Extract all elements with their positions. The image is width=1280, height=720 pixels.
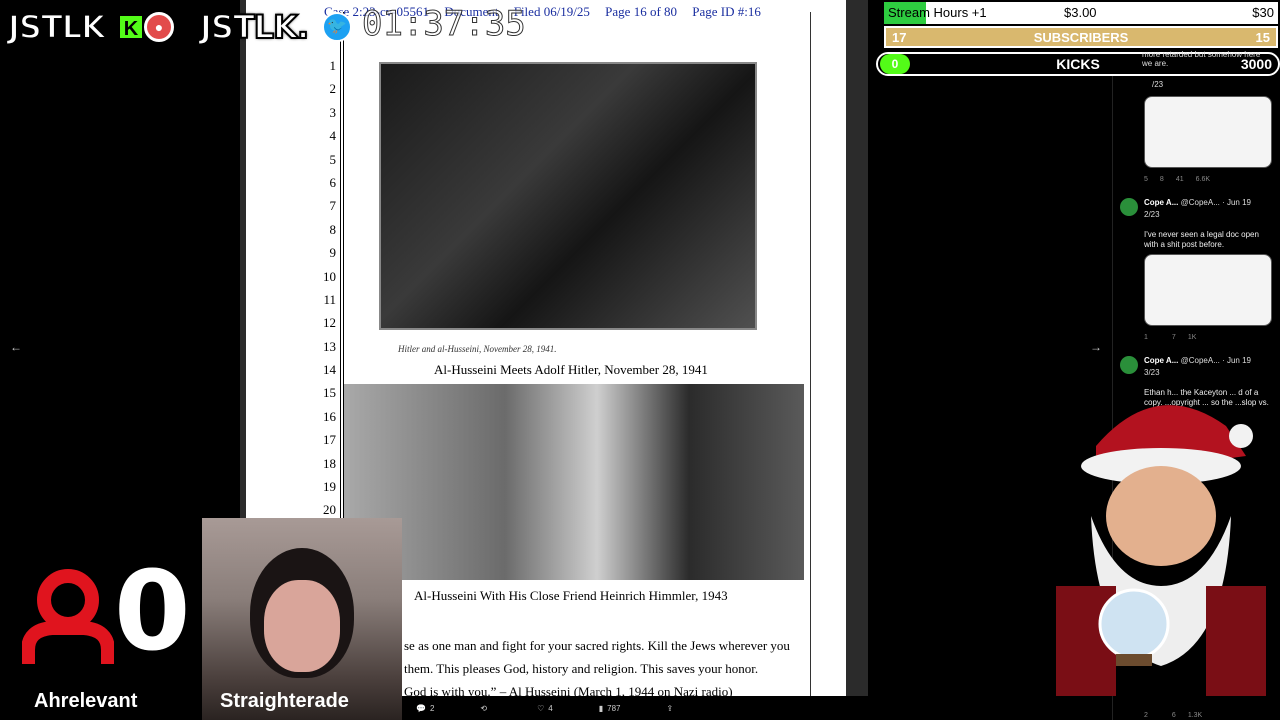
line-number: 2 — [329, 81, 337, 97]
arrow-right-icon[interactable]: → — [1090, 340, 1102, 354]
photo-small-caption: Hitler and al-Husseini, November 28, 194… — [398, 344, 557, 354]
margin-rule — [810, 12, 811, 696]
line-number: 12 — [323, 315, 336, 331]
kick-icon: K — [118, 14, 144, 40]
line-number: 5 — [329, 151, 337, 167]
santa-mascot — [1056, 405, 1266, 696]
subs-label: SUBSCRIBERS — [1033, 30, 1129, 45]
reply-icon: 💬 — [416, 703, 426, 713]
tweet-text: more retarded but somehow here we are. — [1142, 50, 1261, 68]
line-number: 8 — [329, 221, 337, 237]
record-icon: ● — [144, 12, 174, 42]
subscribers-bar: 17 SUBSCRIBERS 15 — [884, 26, 1278, 48]
tweet-image[interactable] — [1144, 254, 1272, 326]
tweet-actions: 1 7 1K — [1144, 334, 1196, 341]
reply-button[interactable]: 💬 2 — [416, 704, 434, 713]
tweet-author[interactable]: Cope A... — [1144, 356, 1178, 365]
line-number: 10 — [323, 268, 336, 284]
views-button[interactable]: ▮ 787 — [599, 704, 621, 713]
tweet-header: Cope A... @CopeA... · Jun 19 — [1144, 356, 1251, 365]
views-count[interactable]: 6.6K — [1196, 176, 1210, 183]
line-number: 14 — [323, 362, 336, 378]
line-number: 18 — [323, 455, 336, 471]
like-count[interactable]: 41 — [1176, 176, 1184, 183]
stream-hours-label: Stream Hours +1 — [888, 5, 987, 20]
like-count[interactable]: 7 — [1172, 334, 1176, 341]
tweet-author[interactable]: Cope A... — [1144, 198, 1178, 207]
streamer-name: Ahrelevant — [34, 690, 138, 712]
chart-icon: ▮ — [598, 703, 604, 713]
tweet-actions: 2 6 1.3K — [1144, 712, 1202, 719]
quote-line: se as one man and fight for your sacred … — [404, 638, 790, 653]
line-number: 1 — [329, 58, 337, 73]
historical-photo — [379, 62, 757, 330]
line-number: 3 — [329, 104, 337, 120]
photo-caption: Al-Husseini Meets Adolf Hitler, November… — [434, 362, 708, 377]
historical-photo — [344, 384, 804, 580]
line-number: 9 — [329, 245, 337, 261]
stream-hours-goal: $30 — [1252, 5, 1274, 20]
retweet-icon: ⟲ — [480, 703, 488, 713]
stream-hours-bar: Stream Hours +1 $3.00 $30 — [884, 2, 1278, 24]
line-number: 6 — [329, 174, 337, 190]
share-button[interactable]: ⇪ — [667, 704, 674, 713]
subs-goal: 15 — [1255, 30, 1270, 45]
line-number: 16 — [323, 408, 336, 424]
views-count: 787 — [607, 703, 621, 713]
tweet-actions: 5 8 41 6.6K — [1144, 176, 1210, 183]
like-count[interactable]: 6 — [1172, 712, 1176, 719]
guest-name: Straighterade — [220, 690, 349, 712]
quote-text: se as one man and fight for your sacred … — [404, 634, 824, 696]
share-icon: ⇪ — [666, 703, 674, 713]
line-number: 7 — [329, 198, 337, 214]
avatar[interactable] — [1120, 356, 1138, 374]
tweet-header: Cope A... @CopeA... · Jun 19 — [1144, 198, 1251, 207]
doc-page-id: Page ID #:16 — [692, 4, 761, 19]
line-number: 13 — [323, 338, 336, 354]
views-count[interactable]: 1K — [1188, 334, 1197, 341]
thread-count: /23 — [1152, 80, 1164, 89]
tweet-text: I've never seen a legal doc open with a … — [1144, 230, 1259, 249]
stream-hours-amount: $3.00 — [1064, 5, 1097, 20]
reply-count[interactable]: 1 — [1144, 334, 1148, 341]
retweet-count[interactable]: 8 — [1160, 176, 1164, 183]
arrow-left-icon[interactable]: ← — [10, 340, 22, 354]
views-count[interactable]: 1.3K — [1188, 712, 1202, 719]
line-number: 11 — [323, 291, 336, 307]
reply-count: 2 — [429, 703, 435, 713]
line-number: 15 — [323, 385, 336, 401]
quote-line: them. This pleases God, history and reli… — [404, 661, 759, 676]
like-count: 4 — [548, 703, 553, 713]
person-icon — [22, 569, 114, 664]
twitter-icon: 🐦 — [322, 12, 352, 42]
retweet-button[interactable]: ⟲ — [480, 704, 491, 713]
photo-caption: Al-Husseini With His Close Friend Heinri… — [414, 588, 728, 603]
reply-count[interactable]: 5 — [1144, 176, 1148, 183]
webcam-face — [264, 580, 340, 672]
tweet-handle: @CopeA... · Jun 19 — [1180, 356, 1251, 365]
channel-logo: JSTLK — [7, 7, 107, 47]
reply-count[interactable]: 2 — [1144, 712, 1148, 719]
thread-count: 2/23 — [1144, 210, 1160, 219]
line-number: 4 — [329, 128, 337, 144]
tweet-image[interactable] — [1144, 96, 1272, 168]
thread-count: 3/23 — [1144, 368, 1160, 377]
channel-logo: JSTLK. — [199, 7, 310, 47]
follower-count: 0 — [114, 547, 191, 675]
like-button[interactable]: ♡ 4 — [537, 704, 553, 713]
quote-line: God is with you.” – Al Husseini (March 1… — [404, 684, 733, 696]
avatar[interactable] — [1120, 198, 1138, 216]
tweet-action-bar: 💬 2 ⟲ ♡ 4 ▮ 787 ⇪ — [400, 696, 870, 720]
heart-icon: ♡ — [537, 703, 545, 713]
tweet-handle: @CopeA... · Jun 19 — [1180, 198, 1251, 207]
stream-timer: 01:37:35 — [362, 4, 527, 45]
line-number: 19 — [323, 479, 336, 495]
line-number: 17 — [323, 432, 336, 448]
line-numbers: 1 2 3 4 5 6 7 8 9 10 11 12 13 14 15 16 1… — [306, 54, 336, 522]
doc-page: Page 16 of 80 — [605, 4, 678, 19]
